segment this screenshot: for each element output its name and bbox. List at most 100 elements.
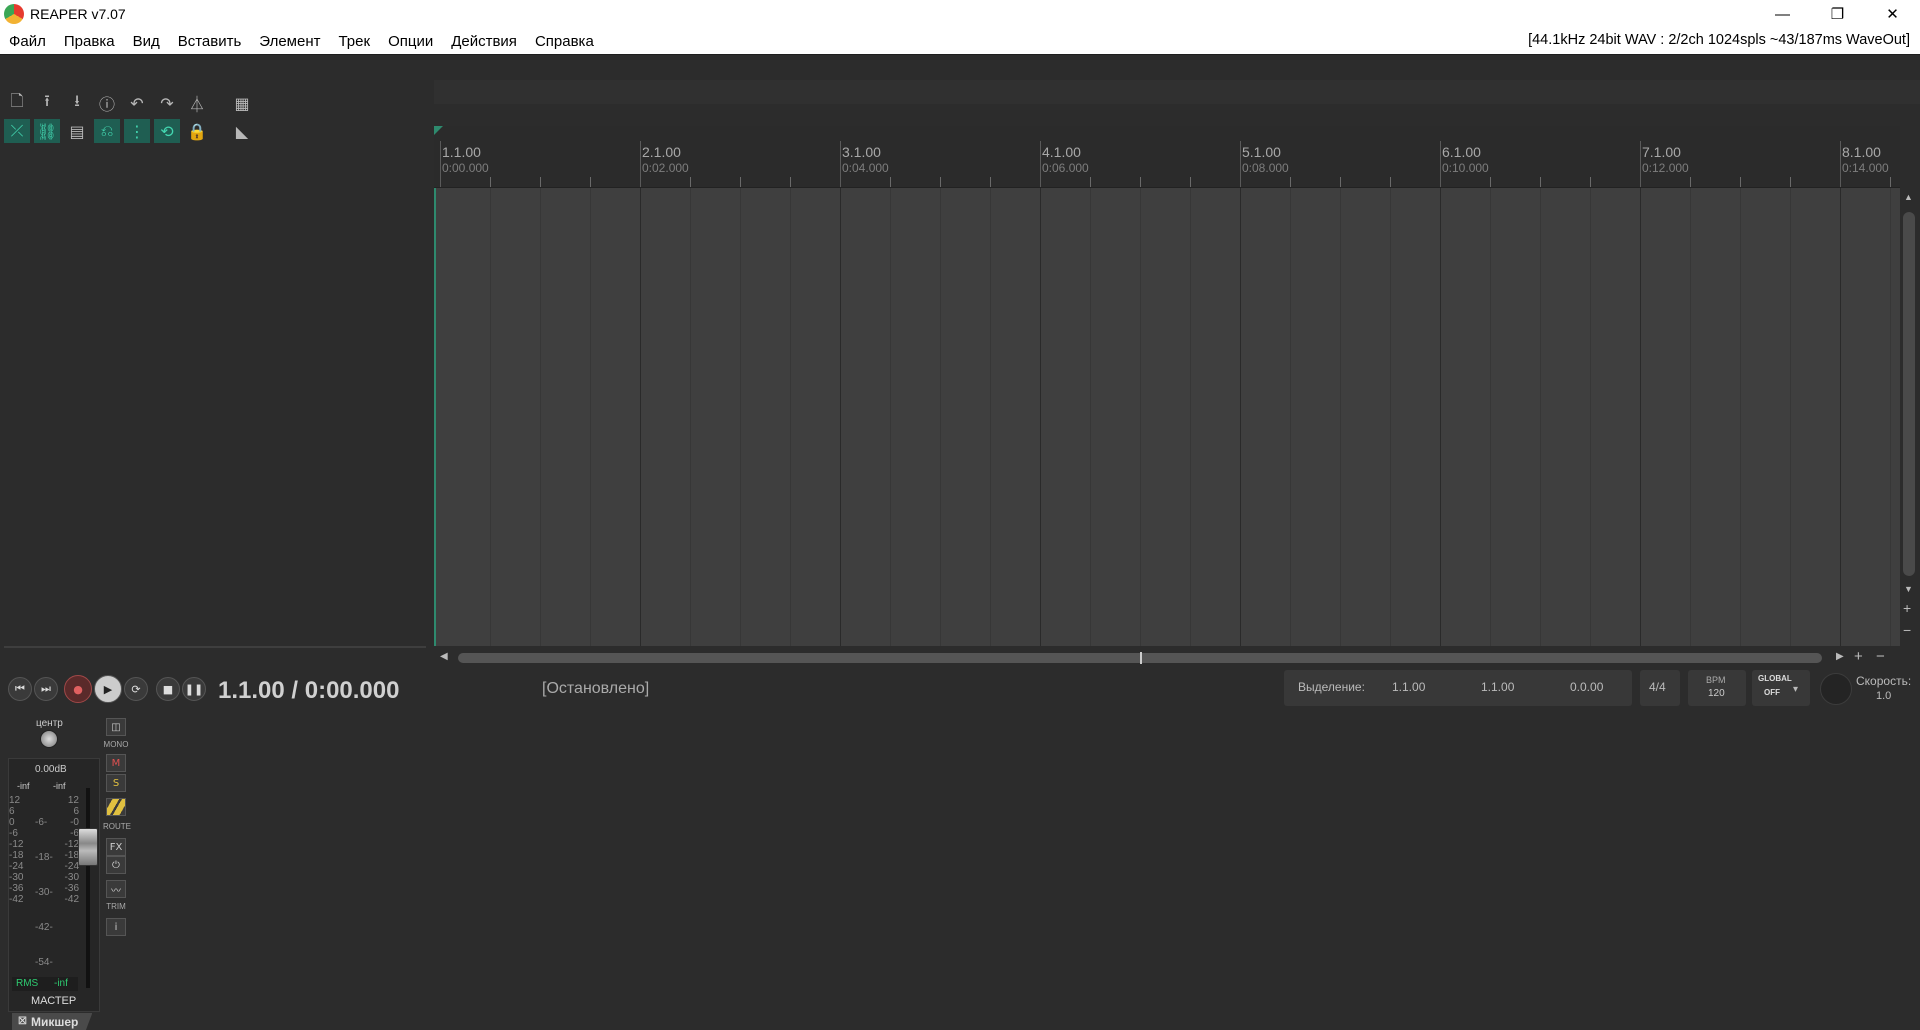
time-signature[interactable]: 4/4 <box>1640 670 1680 706</box>
bpm-box[interactable]: BPM 120 <box>1688 670 1746 706</box>
undo-icon[interactable]: ↶ <box>124 91 150 115</box>
go-to-end-icon[interactable]: ⏭ <box>34 677 58 701</box>
record-icon[interactable]: ● <box>64 675 92 703</box>
scroll-left-icon[interactable]: ◀ <box>440 651 448 662</box>
selection-box[interactable]: Выделение: 1.1.00 1.1.00 0.0.00 <box>1284 670 1632 706</box>
volume-fader[interactable] <box>78 828 98 866</box>
solo-button[interactable]: S <box>106 774 126 792</box>
ruler-measure-label[interactable]: 8.1.00 <box>1842 144 1881 160</box>
ruler-time-label: 0:10.000 <box>1442 161 1489 175</box>
global-automation[interactable]: GLOBAL OFF ▾ <box>1752 670 1810 706</box>
snap-grid-icon[interactable]: ▤ <box>64 119 90 143</box>
grid-bar-line <box>1240 188 1241 646</box>
fx-button[interactable]: FX <box>106 838 126 856</box>
fx-bypass-icon[interactable]: ⏻ <box>106 856 126 874</box>
selection-start[interactable]: 1.1.00 <box>1392 680 1425 694</box>
new-project-icon[interactable]: 🗋 <box>4 91 30 115</box>
item-grouping-icon[interactable]: ⛓ <box>34 119 60 143</box>
volume-readout[interactable]: 0.00dB <box>35 764 67 775</box>
menu-options[interactable]: Опции <box>379 33 442 50</box>
audio-device-status[interactable]: [44.1kHz 24bit WAV : 2/2ch 1024spls ~43/… <box>1528 32 1910 48</box>
pause-icon[interactable]: ❚❚ <box>182 677 206 701</box>
trim-label: TRIM <box>106 902 126 911</box>
envelope-icon[interactable]: 〰 <box>106 880 126 898</box>
zoom-out-vertical-icon[interactable]: − <box>1903 622 1911 638</box>
grid-beat-line <box>990 188 991 646</box>
ruler-measure-label[interactable]: 3.1.00 <box>842 144 881 160</box>
envelope-link-icon[interactable]: ⎌ <box>94 119 120 143</box>
scroll-up-icon[interactable]: ▲ <box>1904 192 1913 202</box>
play-icon[interactable]: ▶ <box>94 675 122 703</box>
zoom-out-horizontal-icon[interactable]: − <box>1876 648 1885 665</box>
ruler-bar-tick <box>840 141 841 187</box>
open-project-icon[interactable]: ⭱ <box>34 91 60 115</box>
rms-value: -inf <box>54 978 68 989</box>
stop-icon[interactable]: ■ <box>156 677 180 701</box>
mono-button[interactable]: ◫ <box>106 718 126 736</box>
route-icon[interactable] <box>106 798 126 816</box>
ruler-measure-label[interactable]: 2.1.00 <box>642 144 681 160</box>
ruler-measure-label[interactable]: 4.1.00 <box>1042 144 1081 160</box>
metronome-icon[interactable]: ⏃ <box>184 91 210 115</box>
menu-view[interactable]: Вид <box>124 33 169 50</box>
selection-end[interactable]: 1.1.00 <box>1481 680 1514 694</box>
time-display[interactable]: 1.1.00 / 0:00.000 <box>218 677 399 705</box>
menu-track[interactable]: Трек <box>329 33 379 50</box>
mute-button[interactable]: M <box>106 754 126 772</box>
menu-help[interactable]: Справка <box>526 33 603 50</box>
playrate-knob[interactable] <box>1820 673 1852 705</box>
region-lane[interactable] <box>434 80 1920 104</box>
repeat-icon[interactable]: ⟳ <box>124 677 148 701</box>
dropdown-arrow-icon[interactable]: ▾ <box>1793 684 1798 695</box>
grid-toggle-icon[interactable]: ▦ <box>229 91 255 115</box>
close-tab-icon[interactable]: ☒ <box>18 1016 27 1027</box>
selection-length[interactable]: 0.0.00 <box>1570 680 1603 694</box>
vertical-scrollbar[interactable]: ▲ ▼ + − <box>1900 188 1920 646</box>
scroll-down-icon[interactable]: ▼ <box>1904 584 1913 594</box>
redo-icon[interactable]: ↷ <box>154 91 180 115</box>
scroll-thumb[interactable] <box>1903 212 1915 576</box>
timeline-ruler[interactable]: 1.1.00 0:00.000 2.1.00 0:02.000 3.1.00 0:04.0… <box>434 126 1900 188</box>
grid-beat-line <box>890 188 891 646</box>
go-to-start-icon[interactable]: ⏮ <box>8 677 32 701</box>
ruler-measure-label[interactable]: 7.1.00 <box>1642 144 1681 160</box>
track-control-panel[interactable] <box>0 155 434 645</box>
ruler-beat-tick <box>590 177 591 187</box>
scroll-right-icon[interactable]: ▶ <box>1836 651 1844 662</box>
menu-edit[interactable]: Правка <box>55 33 124 50</box>
arrange-view[interactable] <box>434 188 1900 646</box>
peak-right[interactable]: -inf <box>53 781 66 791</box>
edit-cursor-marker[interactable] <box>434 126 443 135</box>
auto-crossfade-icon[interactable]: ⟲ <box>154 119 180 143</box>
ruler-measure-label[interactable]: 6.1.00 <box>1442 144 1481 160</box>
ruler-measure-label[interactable]: 5.1.00 <box>1242 144 1281 160</box>
grid-beat-line <box>1890 188 1891 646</box>
grid-beat-line <box>790 188 791 646</box>
info-button[interactable]: i <box>106 918 126 936</box>
save-project-icon[interactable]: ⭳ <box>64 91 90 115</box>
ruler-beat-tick <box>1740 177 1741 187</box>
ruler-beat-tick <box>540 177 541 187</box>
menu-actions[interactable]: Действия <box>442 33 526 50</box>
peak-left[interactable]: -inf <box>17 781 30 791</box>
tab-mixer[interactable]: ☒ Микшер <box>12 1013 93 1030</box>
bpm-label: BPM <box>1706 675 1726 685</box>
horizontal-scrollbar[interactable]: ◀ ▶ + − <box>434 648 1920 668</box>
ripple-edit-icon[interactable]: ⤫ <box>4 119 30 143</box>
envelope-icon[interactable]: ◣ <box>229 119 255 143</box>
project-settings-icon[interactable]: ⓘ <box>94 91 120 115</box>
restore-button[interactable]: ❐ <box>1810 0 1865 28</box>
menu-file[interactable]: Файл <box>0 33 55 50</box>
rms-readout[interactable]: RMS -inf <box>12 977 78 991</box>
grid-lines-icon[interactable]: ⋮ <box>124 119 150 143</box>
close-button[interactable]: ✕ <box>1865 0 1920 28</box>
menu-item[interactable]: Элемент <box>250 33 329 50</box>
lock-icon[interactable]: 🔒 <box>184 119 210 143</box>
zoom-in-vertical-icon[interactable]: + <box>1903 600 1911 616</box>
ruler-time-label: 0:08.000 <box>1242 161 1289 175</box>
minimize-button[interactable]: — <box>1755 0 1810 28</box>
pan-knob[interactable] <box>40 730 58 748</box>
zoom-in-horizontal-icon[interactable]: + <box>1854 648 1863 665</box>
menu-insert[interactable]: Вставить <box>169 33 251 50</box>
ruler-measure-label[interactable]: 1.1.00 <box>442 144 481 160</box>
